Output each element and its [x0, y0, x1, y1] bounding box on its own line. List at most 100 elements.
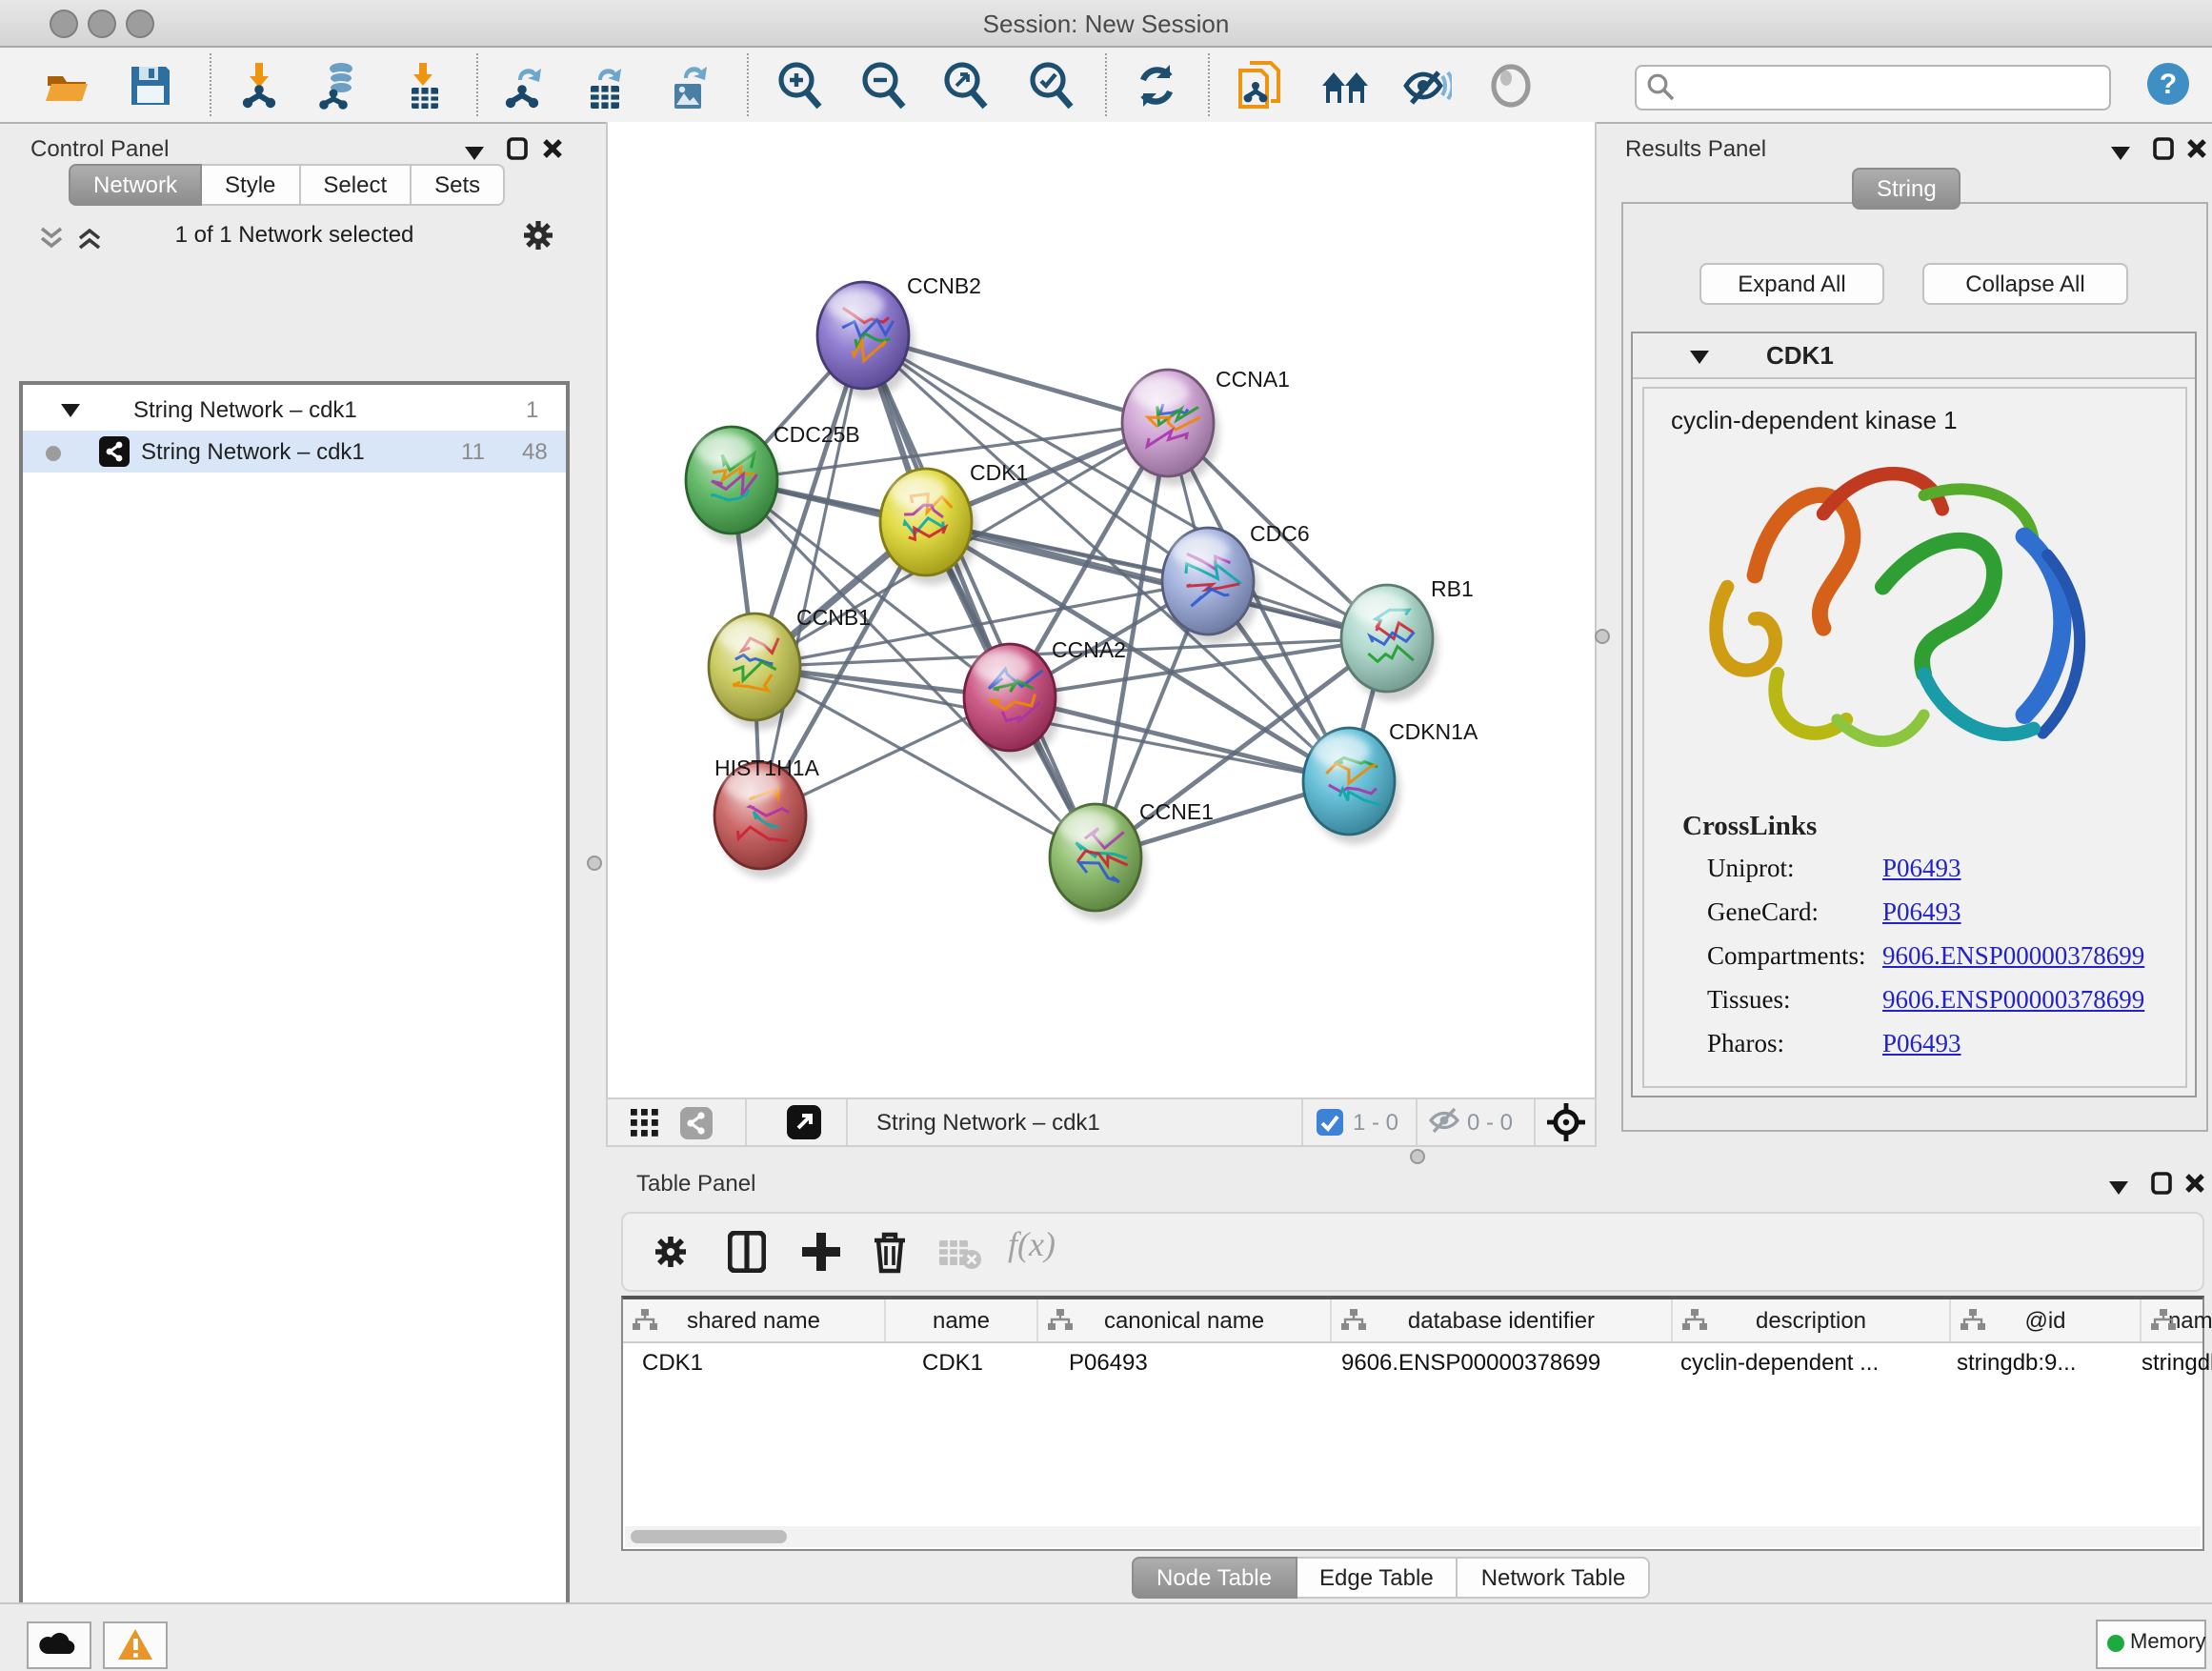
network-node-CDK1[interactable]: CDK1: [880, 460, 1028, 585]
cloud-status-button[interactable]: [27, 1621, 91, 1669]
network-edge[interactable]: [760, 335, 863, 815]
protein-structure-image: [1686, 450, 2143, 793]
zoom-selected-icon[interactable]: [1027, 61, 1076, 111]
tab-select[interactable]: Select: [300, 164, 412, 206]
network-tree-child-row[interactable]: String Network – cdk1 11 48: [23, 431, 566, 473]
tab-network[interactable]: Network: [69, 164, 202, 206]
open-in-new-window-icon[interactable]: [787, 1105, 821, 1145]
warning-status-button[interactable]: [103, 1621, 168, 1669]
toolbar-separator: [1105, 53, 1107, 116]
crosslink-row: Tissues:9606.ENSP00000378699: [1644, 985, 2185, 1029]
birdseye-grid-icon[interactable]: [631, 1109, 659, 1143]
export-network-icon[interactable]: [499, 61, 549, 111]
table-row[interactable]: CDK1CDK1P064939606.ENSP00000378699cyclin…: [623, 1341, 2202, 1383]
export-image-icon[interactable]: [665, 61, 714, 111]
network-node-HIST1H1A[interactable]: HIST1H1A: [714, 755, 820, 878]
scrollbar-thumb[interactable]: [631, 1530, 787, 1543]
maximize-panel-icon[interactable]: [507, 135, 530, 170]
table-cell[interactable]: stringdb: [2130, 1341, 2212, 1383]
home-icon[interactable]: [1320, 61, 1370, 111]
table-cell[interactable]: stringdb:9...: [1941, 1341, 2130, 1383]
close-panel-icon[interactable]: [2185, 135, 2208, 170]
import-network-file-icon[interactable]: [234, 61, 284, 111]
expand-all-button[interactable]: Expand All: [1699, 263, 1884, 305]
crosslink-link[interactable]: P06493: [1882, 854, 1961, 884]
column-header-canonical-name[interactable]: canonical name: [1038, 1299, 1332, 1341]
network-node-CDC6[interactable]: CDC6: [1162, 521, 1310, 644]
netbar-separator: [846, 1099, 848, 1145]
column-tree-icon: [1341, 1309, 1366, 1332]
column-header-shared-name[interactable]: shared name: [623, 1299, 886, 1341]
tab-node-table[interactable]: Node Table: [1132, 1557, 1297, 1599]
save-session-icon[interactable]: [126, 61, 175, 111]
node-label: CCNA2: [1052, 637, 1126, 662]
float-panel-icon[interactable]: [2109, 137, 2132, 171]
add-column-icon[interactable]: [800, 1231, 842, 1282]
results-tab-string[interactable]: String: [1852, 168, 1961, 210]
show-graphics-eye-icon[interactable]: [1486, 61, 1536, 111]
toolbar-separator: [476, 53, 478, 116]
table-cell[interactable]: cyclin-dependent ...: [1665, 1341, 1941, 1383]
crosslink-link[interactable]: P06493: [1882, 897, 1961, 928]
memory-button[interactable]: Memory: [2096, 1620, 2206, 1669]
search-input[interactable]: [1635, 65, 2111, 111]
network-node-CCNA2[interactable]: CCNA2: [964, 637, 1126, 760]
hidden-eye-slash-icon: [1429, 1107, 1459, 1139]
network-node-CDKN1A[interactable]: CDKN1A: [1303, 719, 1478, 844]
export-table-icon[interactable]: [581, 61, 631, 111]
column-header-@id[interactable]: @id: [1951, 1299, 2142, 1341]
column-header-database-identifier[interactable]: database identifier: [1332, 1299, 1673, 1341]
zoom-out-icon[interactable]: [859, 61, 909, 111]
selected-checkbox-icon[interactable]: [1317, 1109, 1343, 1141]
crosslink-link[interactable]: 9606.ENSP00000378699: [1882, 941, 2144, 972]
share-document-icon[interactable]: [1235, 61, 1284, 111]
hide-graphics-eye-icon[interactable]: [1402, 61, 1452, 111]
import-table-icon[interactable]: [400, 61, 450, 111]
network-options-gear-icon[interactable]: [522, 219, 554, 261]
cdk1-section-header[interactable]: CDK1: [1633, 333, 2195, 379]
zoom-in-icon[interactable]: [775, 61, 825, 111]
network-node-CCNB2[interactable]: CCNB2: [817, 273, 981, 398]
table-cell[interactable]: P06493: [1035, 1341, 1326, 1383]
maximize-panel-icon[interactable]: [2151, 1170, 2174, 1204]
collapse-all-button[interactable]: Collapse All: [1922, 263, 2128, 305]
tab-edge-table[interactable]: Edge Table: [1297, 1557, 1458, 1599]
refresh-icon[interactable]: [1132, 61, 1181, 111]
column-header-namespace[interactable]: namespace: [2142, 1299, 2212, 1341]
maximize-panel-icon[interactable]: [2153, 135, 2176, 170]
crosslink-link[interactable]: 9606.ENSP00000378699: [1882, 985, 2144, 1016]
delete-column-icon[interactable]: [871, 1229, 909, 1284]
show-columns-icon[interactable]: [728, 1231, 766, 1282]
collapse-section-icon[interactable]: [1690, 349, 1711, 366]
table-cell[interactable]: CDK1: [884, 1341, 1035, 1383]
netbar-separator: [1416, 1099, 1418, 1145]
table-cell[interactable]: CDK1: [623, 1341, 884, 1383]
table-cell[interactable]: 9606.ENSP00000378699: [1326, 1341, 1665, 1383]
column-tree-icon: [1961, 1309, 1985, 1332]
close-panel-icon[interactable]: [541, 135, 564, 170]
float-panel-icon[interactable]: [2107, 1172, 2130, 1206]
fit-selected-crosshair-icon[interactable]: [1547, 1103, 1585, 1147]
tab-network-table[interactable]: Network Table: [1458, 1557, 1651, 1599]
network-node-CCNE1[interactable]: CCNE1: [1050, 799, 1214, 920]
import-network-database-icon[interactable]: [314, 61, 364, 111]
network-node-RB1[interactable]: RB1: [1341, 576, 1474, 701]
table-horizontal-scrollbar[interactable]: [625, 1526, 2201, 1547]
tab-sets[interactable]: Sets: [412, 164, 505, 206]
column-header-description[interactable]: description: [1673, 1299, 1951, 1341]
svg-text:?: ?: [2160, 69, 2177, 100]
tab-style[interactable]: Style: [202, 164, 300, 206]
close-panel-icon[interactable]: [2183, 1170, 2206, 1204]
help-button[interactable]: ?: [2145, 61, 2191, 107]
open-session-icon[interactable]: [42, 61, 91, 111]
network-edge[interactable]: [863, 335, 1096, 857]
table-options-gear-icon[interactable]: [654, 1235, 688, 1278]
crosslink-link[interactable]: P06493: [1882, 1029, 1961, 1059]
share-network-icon[interactable]: [680, 1107, 713, 1145]
network-canvas[interactable]: CCNB2CCNA1CDC25BCDK1CDC6RB1CCNB1CCNA2CDK…: [606, 122, 1597, 1097]
column-header-name[interactable]: name: [886, 1299, 1038, 1341]
left-splitter-handle[interactable]: [587, 856, 602, 871]
network-tree-root-row[interactable]: String Network – cdk1 1: [23, 389, 566, 431]
zoom-fit-icon[interactable]: [941, 61, 991, 111]
network-node-CCNA1[interactable]: CCNA1: [1122, 367, 1290, 486]
